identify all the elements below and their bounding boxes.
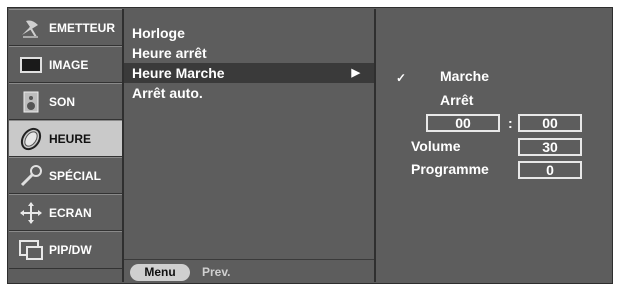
- time-separator: :: [508, 115, 513, 131]
- move-arrows-icon: [20, 202, 42, 224]
- program-value: 0: [546, 162, 554, 178]
- submenu-item-label: Heure arrêt: [132, 45, 207, 61]
- hour-field[interactable]: 00: [426, 114, 500, 132]
- sidebar-item-ecran[interactable]: ECRAN: [9, 194, 122, 231]
- menu-button[interactable]: Menu: [130, 264, 190, 281]
- settings-panel: ✓ Marche Arrêt 00 : 00 Volume 30 Program…: [378, 9, 611, 282]
- sidebar-item-heure[interactable]: HEURE: [9, 120, 122, 157]
- submenu: Horloge Heure arrêt Heure Marche ▶ Arrêt…: [124, 9, 374, 282]
- sidebar-item-label: ECRAN: [49, 206, 92, 220]
- sidebar-item-label: SPÉCIAL: [49, 169, 102, 183]
- monitor-icon: [20, 57, 42, 73]
- volume-label: Volume: [411, 138, 461, 154]
- sidebar-item-label: EMETTEUR: [49, 21, 115, 35]
- footer-bar: Menu Prev.: [124, 259, 374, 283]
- minute-field[interactable]: 00: [518, 114, 582, 132]
- sidebar-item-label: PIP/DW: [49, 243, 92, 257]
- sidebar-item-label: SON: [49, 95, 76, 109]
- arrow-right-icon: ▶: [351, 67, 360, 79]
- clock-icon: [20, 127, 42, 151]
- volume-value: 30: [542, 139, 558, 155]
- sidebar-item-son[interactable]: SON: [9, 83, 122, 120]
- program-field[interactable]: 0: [518, 161, 582, 179]
- satellite-dish-icon: [22, 20, 38, 38]
- option-marche[interactable]: Marche: [440, 67, 489, 85]
- submenu-item-label: Arrêt auto.: [132, 85, 203, 101]
- divider: [374, 9, 376, 282]
- program-label: Programme: [411, 161, 489, 177]
- key-icon: [20, 165, 42, 187]
- sidebar: EMETTEUR IMAGE SON HEURE SPÉCIAL ECRAN P…: [9, 9, 122, 282]
- volume-field[interactable]: 30: [518, 138, 582, 156]
- prev-label: Prev.: [202, 265, 231, 279]
- submenu-item-label: Heure Marche: [132, 65, 225, 81]
- submenu-item-heure-marche[interactable]: Heure Marche ▶: [124, 63, 374, 83]
- pip-windows-icon: [19, 240, 43, 260]
- sidebar-item-label: IMAGE: [49, 58, 89, 72]
- sidebar-item-special[interactable]: SPÉCIAL: [9, 157, 122, 194]
- submenu-item-label: Horloge: [132, 25, 185, 41]
- sidebar-item-emetteur[interactable]: EMETTEUR: [9, 9, 122, 46]
- sidebar-item-pip-dw[interactable]: PIP/DW: [9, 231, 122, 269]
- submenu-item-heure-arret[interactable]: Heure arrêt: [124, 43, 374, 63]
- osd-menu-window: EMETTEUR IMAGE SON HEURE SPÉCIAL ECRAN P…: [7, 7, 613, 284]
- sidebar-item-image[interactable]: IMAGE: [9, 46, 122, 83]
- minute-value: 00: [542, 115, 558, 131]
- speaker-icon: [23, 91, 39, 113]
- check-icon: ✓: [396, 71, 407, 85]
- option-arret[interactable]: Arrêt: [440, 91, 473, 109]
- submenu-item-arret-auto[interactable]: Arrêt auto.: [124, 83, 374, 103]
- submenu-item-horloge[interactable]: Horloge: [124, 23, 374, 43]
- sidebar-item-label: HEURE: [49, 132, 92, 146]
- hour-value: 00: [455, 115, 471, 131]
